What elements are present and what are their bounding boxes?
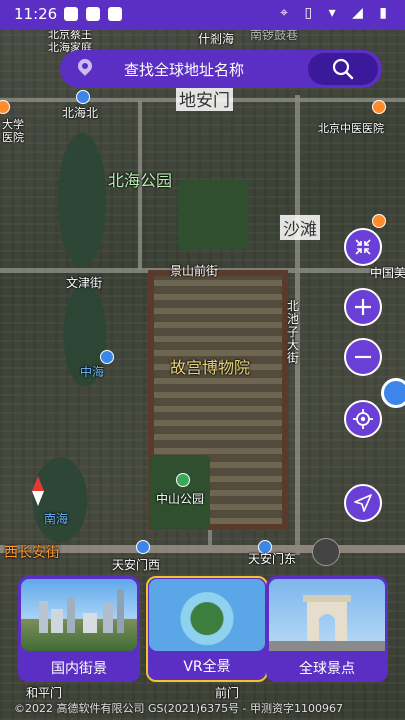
map-label: 故宫博物院	[170, 358, 251, 377]
copyright-text: ©2022 高德软件有限公司 GS(2021)6375号 - 甲测资字11009…	[14, 702, 344, 715]
map-label: 前门	[215, 686, 240, 700]
locate-button[interactable]	[344, 400, 382, 438]
map-label: 北海北	[62, 106, 99, 120]
map-label: 北京中医医院	[318, 122, 384, 135]
map-label: 天安门东	[248, 552, 297, 566]
feature-cards: 国内街景 VR全景 全球景点	[18, 576, 388, 682]
hospital-icon	[0, 100, 10, 114]
card-vr-panorama[interactable]: VR全景	[146, 576, 268, 682]
collapse-button[interactable]	[344, 228, 382, 266]
search-icon	[332, 58, 354, 80]
notification-icon	[86, 7, 100, 21]
map-label: 北海公园	[108, 171, 173, 190]
map-label: 和平门	[26, 686, 63, 700]
globe-icon[interactable]	[312, 538, 340, 566]
map-label: 南海	[44, 512, 69, 526]
map-label: 中山公园	[156, 492, 205, 506]
notification-icon	[64, 7, 78, 21]
hospital-icon	[372, 214, 386, 228]
minus-icon	[355, 355, 371, 359]
map-label: 西长安街	[4, 545, 60, 561]
road	[208, 530, 212, 550]
location-pin-icon	[75, 56, 95, 76]
road	[0, 545, 405, 553]
map-label: 沙滩	[280, 215, 320, 240]
vr-globe-image	[149, 579, 265, 651]
collapse-arrows-icon	[355, 239, 371, 255]
subway-icon	[100, 350, 114, 364]
navigate-button[interactable]	[344, 484, 382, 522]
system-icons: ⌖ ▯ ▾ ◢ ▮	[280, 5, 393, 21]
notification-icon	[108, 7, 122, 21]
hospital-icon	[372, 100, 386, 114]
map-label: 天安门西	[112, 558, 161, 572]
status-bar: 11:26 ⌖ ▯ ▾ ◢ ▮	[0, 0, 405, 30]
zoom-out-button[interactable]	[344, 338, 382, 376]
crosshair-icon	[353, 409, 373, 429]
card-domestic-streetview[interactable]: 国内街景	[18, 576, 140, 682]
subway-icon	[136, 540, 150, 554]
card-label: VR全景	[183, 659, 231, 675]
map-label: 地安门	[176, 86, 233, 111]
arc-de-triomphe-image	[269, 579, 385, 651]
compass-icon[interactable]	[28, 476, 48, 506]
map-label: 什剎海	[198, 32, 235, 46]
zoom-in-button[interactable]	[344, 288, 382, 326]
map-label: 景山前街	[170, 264, 219, 278]
status-time: 11:26	[14, 5, 58, 23]
park-icon	[176, 473, 190, 487]
map-label: 大学 医院	[2, 118, 24, 144]
map-label: 文津街	[66, 276, 103, 290]
plus-icon	[355, 299, 371, 315]
subway-icon	[76, 90, 90, 104]
map-label: 北 池 子 大 街	[287, 299, 300, 365]
search-bar[interactable]: 查找全球地址名称	[60, 50, 382, 88]
card-global-attractions[interactable]: 全球景点	[266, 576, 388, 682]
search-placeholder[interactable]: 查找全球地址名称	[124, 59, 244, 80]
user-location-icon	[381, 378, 405, 408]
card-label: 全球景点	[299, 661, 355, 677]
map-label: 中国美	[370, 266, 405, 280]
navigation-arrow-icon	[354, 494, 372, 512]
card-label: 国内街景	[51, 661, 107, 677]
city-skyline-image	[21, 579, 137, 651]
search-button[interactable]	[308, 53, 378, 85]
map-label: 中海	[80, 365, 105, 379]
jingshan-park	[178, 180, 248, 250]
